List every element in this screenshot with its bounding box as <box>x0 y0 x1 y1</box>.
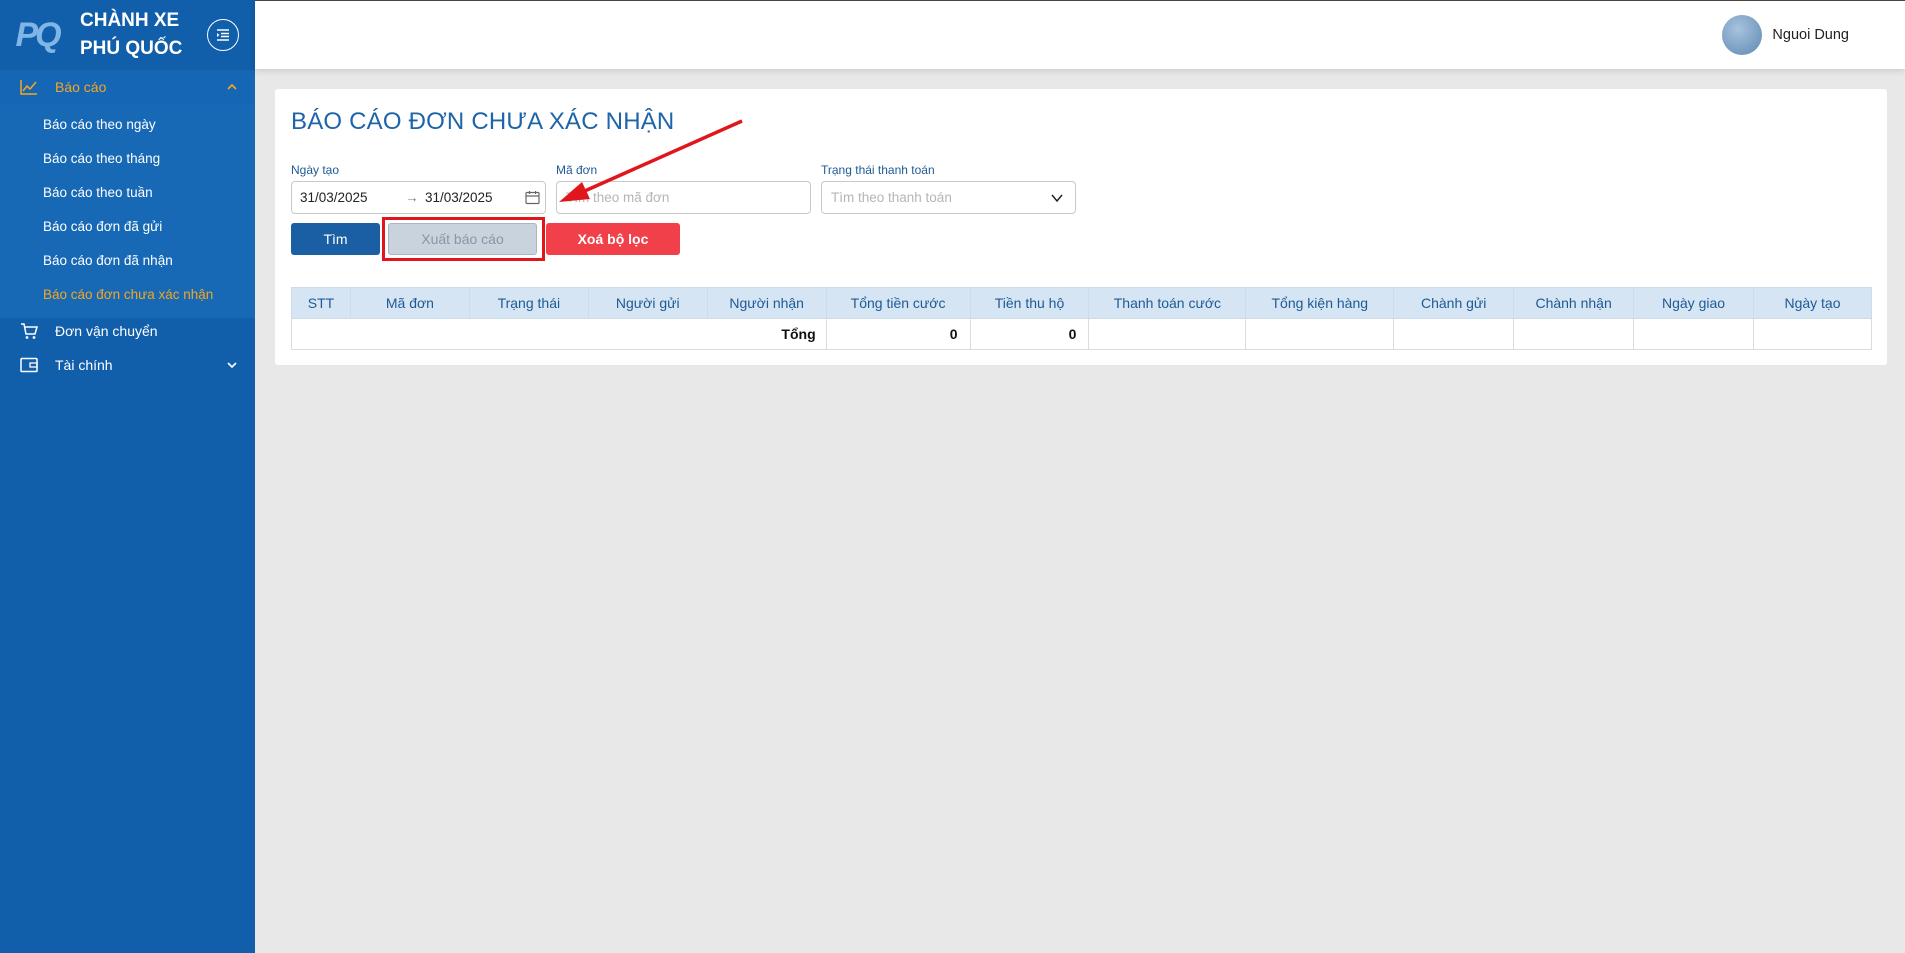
total-cod-value: 0 <box>969 318 1090 350</box>
table-cell <box>1513 318 1635 350</box>
chevron-up-icon <box>227 83 237 90</box>
line-chart-icon <box>20 78 38 96</box>
table-cell <box>1633 318 1754 350</box>
report-submenu: Báo cáo theo ngày Báo cáo theo tháng Báo… <box>0 104 255 318</box>
table-cell <box>1393 318 1515 350</box>
date-to-input[interactable]: 31/03/2025 <box>425 190 525 205</box>
column-header: Tổng tiền cước <box>825 287 971 319</box>
payment-status-select[interactable]: Tìm theo thanh toán <box>821 181 1076 214</box>
order-code-placeholder: Tìm theo mã đơn <box>566 190 670 205</box>
report-table: STT Mã đơn Trạng thái Người gửi Người nhận Tổ… <box>291 287 1873 350</box>
sidebar: PQ CHÀNH XE PHÚ QUỐC Báo cáo Báo cáo the… <box>0 0 255 953</box>
column-header: Ngày giao <box>1633 287 1754 319</box>
total-freight-value: 0 <box>825 318 971 350</box>
sidebar-item-bao-cao-don-chua-xac-nhan[interactable]: Báo cáo đơn chưa xác nhận <box>0 278 255 312</box>
sidebar-item-label: Tài chính <box>55 357 113 373</box>
date-range-picker[interactable]: 31/03/2025 → 31/03/2025 <box>291 181 546 214</box>
annotation-highlight-box <box>382 217 545 261</box>
sidebar-collapse-button[interactable] <box>207 19 239 51</box>
column-header: Tiền thu hộ <box>969 287 1090 319</box>
sidebar-item-bao-cao-theo-thang[interactable]: Báo cáo theo tháng <box>0 142 255 176</box>
chevron-down-icon <box>227 362 237 369</box>
menu-fold-icon <box>217 29 229 41</box>
brand-logo[interactable]: PQ <box>10 10 64 60</box>
sidebar-item-bao-cao-theo-ngay[interactable]: Báo cáo theo ngày <box>0 108 255 142</box>
sidebar-item-bao-cao-theo-tuan[interactable]: Báo cáo theo tuần <box>0 176 255 210</box>
column-header: Mã đơn <box>349 287 470 319</box>
table-header-row: STT Mã đơn Trạng thái Người gửi Người nhận Tổ… <box>291 287 1873 319</box>
sidebar-item-label: Báo cáo <box>55 79 107 95</box>
column-header: Chành nhận <box>1513 287 1635 319</box>
payment-status-placeholder: Tìm theo thanh toán <box>831 190 952 205</box>
column-header: Thanh toán cước <box>1088 287 1247 319</box>
table-cell <box>1752 318 1873 350</box>
date-from-input[interactable]: 31/03/2025 <box>300 190 405 205</box>
user-name: Nguoi Dung <box>1772 27 1849 43</box>
clear-filter-button[interactable]: Xoá bộ lọc <box>546 223 680 255</box>
calendar-icon <box>525 191 540 205</box>
report-card: BÁO CÁO ĐƠN CHƯA XÁC NHẬN Ngày tạo 31/03… <box>275 89 1887 365</box>
sidebar-item-bao-cao-don-da-gui[interactable]: Báo cáo đơn đã gửi <box>0 210 255 244</box>
order-code-input[interactable]: Tìm theo mã đơn <box>556 181 811 214</box>
date-range-arrow: → <box>405 190 419 205</box>
wallet-icon <box>20 356 38 374</box>
brand-name: CHÀNH XE PHÚ QUỐC <box>80 7 182 63</box>
table-cell <box>1088 318 1247 350</box>
column-header: Ngày tạo <box>1752 287 1873 319</box>
column-header: Người gửi <box>587 287 708 319</box>
chevron-down-icon <box>1051 194 1063 203</box>
brand-name-line2: PHÚ QUỐC <box>80 38 183 59</box>
sidebar-item-don-van-chuyen[interactable]: Đơn vận chuyển <box>0 314 255 348</box>
column-header: STT <box>291 287 351 319</box>
table-total-row: Tổng 0 0 <box>291 318 1873 350</box>
page-title: BÁO CÁO ĐƠN CHƯA XÁC NHẬN <box>291 108 675 135</box>
cart-icon <box>20 322 38 340</box>
column-header: Người nhận <box>706 287 827 319</box>
column-header: Tổng kiện hàng <box>1245 287 1395 319</box>
user-menu[interactable]: Nguoi Dung <box>1722 15 1849 55</box>
total-label: Tổng <box>291 318 827 350</box>
column-header: Chành gửi <box>1393 287 1515 319</box>
sidebar-item-tai-chinh[interactable]: Tài chính <box>0 348 255 382</box>
table-cell <box>1245 318 1395 350</box>
avatar[interactable] <box>1722 15 1763 55</box>
sidebar-item-label: Đơn vận chuyển <box>55 323 158 339</box>
top-header: Nguoi Dung <box>255 0 1905 69</box>
column-header: Trạng thái <box>468 287 589 319</box>
search-button[interactable]: Tìm <box>291 223 380 255</box>
code-filter-label: Mã đơn <box>556 163 598 177</box>
date-filter-label: Ngày tạo <box>291 163 340 177</box>
sidebar-item-bao-cao[interactable]: Báo cáo <box>0 70 255 104</box>
sidebar-item-bao-cao-don-da-nhan[interactable]: Báo cáo đơn đã nhận <box>0 244 255 278</box>
payment-filter-label: Trạng thái thanh toán <box>821 163 935 177</box>
brand-name-line1: CHÀNH XE <box>80 10 180 31</box>
